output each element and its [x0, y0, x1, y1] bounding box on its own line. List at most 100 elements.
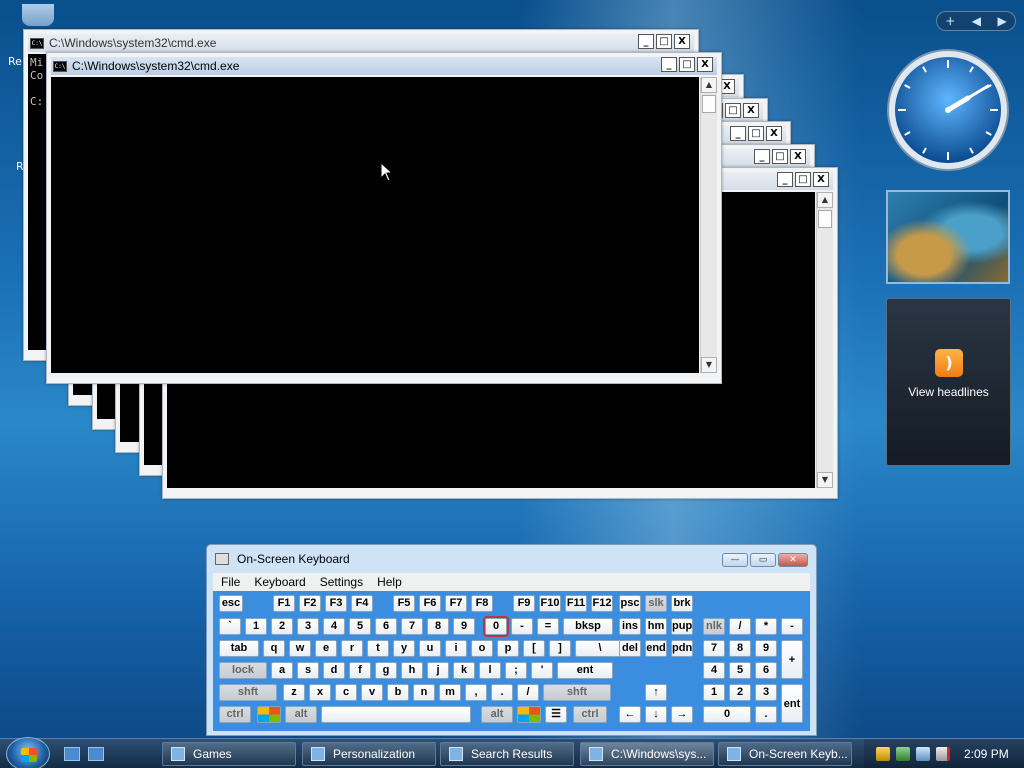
key-ctrl[interactable]: ctrl: [219, 706, 251, 723]
key-q[interactable]: q: [263, 640, 285, 657]
key-g[interactable]: g: [375, 662, 397, 679]
key-symbol[interactable]: /: [729, 618, 751, 635]
key-symbol[interactable]: →: [671, 706, 693, 723]
key-ctrl[interactable]: ctrl: [573, 706, 607, 723]
key-1[interactable]: 1: [245, 618, 267, 635]
key-F2[interactable]: F2: [299, 595, 321, 612]
key-F9[interactable]: F9: [513, 595, 535, 612]
key-4[interactable]: 4: [703, 662, 725, 679]
menu-help[interactable]: Help: [377, 575, 402, 589]
key-7[interactable]: 7: [401, 618, 423, 635]
key-symbol[interactable]: -: [511, 618, 533, 635]
close-button[interactable]: X: [790, 149, 806, 164]
key-bksp[interactable]: bksp: [563, 618, 613, 635]
key-p[interactable]: p: [497, 640, 519, 657]
previous-page-icon[interactable]: ◀: [972, 14, 981, 28]
console-output[interactable]: [51, 77, 699, 373]
key-b[interactable]: b: [387, 684, 409, 701]
feed-label[interactable]: View headlines: [887, 385, 1010, 399]
clock-time[interactable]: 2:09 PM: [964, 747, 1009, 761]
menu-file[interactable]: File: [221, 575, 240, 589]
key-5[interactable]: 5: [729, 662, 751, 679]
start-button[interactable]: [6, 737, 50, 768]
key-symbol[interactable]: -: [781, 618, 803, 635]
key-s[interactable]: s: [297, 662, 319, 679]
desktop-icon-label[interactable]: Re: [8, 55, 22, 68]
key-symbol[interactable]: `: [219, 618, 241, 635]
recycle-bin-icon[interactable]: [22, 4, 54, 26]
vertical-scrollbar[interactable]: ▲▼: [816, 192, 833, 488]
key-F3[interactable]: F3: [325, 595, 347, 612]
key-symbol[interactable]: [: [523, 640, 545, 657]
windows-logo-icon[interactable]: [257, 706, 281, 723]
feed-headlines-gadget[interactable]: ) View headlines: [886, 298, 1011, 466]
key-3[interactable]: 3: [755, 684, 777, 701]
network-icon[interactable]: [916, 747, 930, 761]
scroll-up-icon[interactable]: ▲: [817, 192, 833, 208]
key-tab[interactable]: tab: [219, 640, 259, 657]
key-h[interactable]: h: [401, 662, 423, 679]
taskbar-button-games[interactable]: Games: [162, 742, 296, 766]
menu-settings[interactable]: Settings: [320, 575, 363, 589]
maximize-button[interactable]: □: [656, 34, 672, 49]
volume-muted-icon[interactable]: [936, 747, 950, 761]
key-F12[interactable]: F12: [591, 595, 613, 612]
taskbar-button-personalization[interactable]: Personalization: [302, 742, 436, 766]
switch-windows-icon[interactable]: [88, 747, 104, 761]
key-F1[interactable]: F1: [273, 595, 295, 612]
taskbar-button-keyboard[interactable]: On-Screen Keyb...: [718, 742, 852, 766]
scroll-down-icon[interactable]: ▼: [817, 472, 833, 488]
key-r[interactable]: r: [341, 640, 363, 657]
key-y[interactable]: y: [393, 640, 415, 657]
key-alt[interactable]: alt: [481, 706, 513, 723]
key-esc[interactable]: esc: [219, 595, 243, 612]
key-9[interactable]: 9: [755, 640, 777, 657]
key-symbol[interactable]: .: [755, 706, 777, 723]
scroll-thumb[interactable]: [818, 210, 832, 228]
menu-keyboard[interactable]: Keyboard: [254, 575, 305, 589]
key-symbol[interactable]: *: [755, 618, 777, 635]
key-ent[interactable]: ent: [557, 662, 613, 679]
key-c[interactable]: c: [335, 684, 357, 701]
maximize-button[interactable]: □: [679, 57, 695, 72]
key-n[interactable]: n: [413, 684, 435, 701]
key-3[interactable]: 3: [297, 618, 319, 635]
key-l[interactable]: l: [479, 662, 501, 679]
key-2[interactable]: 2: [271, 618, 293, 635]
cmd-title-bar[interactable]: C:\ C:\Windows\system32\cmd.exe _□X: [28, 34, 694, 52]
key-j[interactable]: j: [427, 662, 449, 679]
key-symbol[interactable]: \: [575, 640, 625, 657]
close-button[interactable]: X: [674, 34, 690, 49]
key-k[interactable]: k: [453, 662, 475, 679]
key-pup[interactable]: pup: [671, 618, 693, 635]
key-F5[interactable]: F5: [393, 595, 415, 612]
key-o[interactable]: o: [471, 640, 493, 657]
key-8[interactable]: 8: [729, 640, 751, 657]
key-x[interactable]: x: [309, 684, 331, 701]
key-F10[interactable]: F10: [539, 595, 561, 612]
restore-button[interactable]: ▭: [750, 553, 776, 567]
key-8[interactable]: 8: [427, 618, 449, 635]
close-button[interactable]: X: [697, 57, 713, 72]
minimize-button[interactable]: _: [638, 34, 654, 49]
close-button[interactable]: X: [766, 126, 782, 141]
key-F8[interactable]: F8: [471, 595, 493, 612]
minimize-button[interactable]: _: [661, 57, 677, 72]
maximize-button[interactable]: □: [795, 172, 811, 187]
maximize-button[interactable]: □: [748, 126, 764, 141]
key-2[interactable]: 2: [729, 684, 751, 701]
key-F7[interactable]: F7: [445, 595, 467, 612]
key-w[interactable]: w: [289, 640, 311, 657]
key-ent[interactable]: ent: [781, 684, 803, 723]
key-4[interactable]: 4: [323, 618, 345, 635]
key-symbol[interactable]: /: [517, 684, 539, 701]
minimize-button[interactable]: _: [730, 126, 746, 141]
cmd-window[interactable]: C:\ C:\Windows\system32\cmd.exe _ □ X ▲ ▼: [46, 52, 722, 384]
key-symbol[interactable]: ]: [549, 640, 571, 657]
key-F6[interactable]: F6: [419, 595, 441, 612]
key-t[interactable]: t: [367, 640, 389, 657]
windows-logo-icon[interactable]: [517, 706, 541, 723]
key-0[interactable]: 0: [483, 616, 509, 637]
cmd-title-bar[interactable]: C:\ C:\Windows\system32\cmd.exe _□X: [51, 57, 717, 75]
key-pdn[interactable]: pdn: [671, 640, 693, 657]
